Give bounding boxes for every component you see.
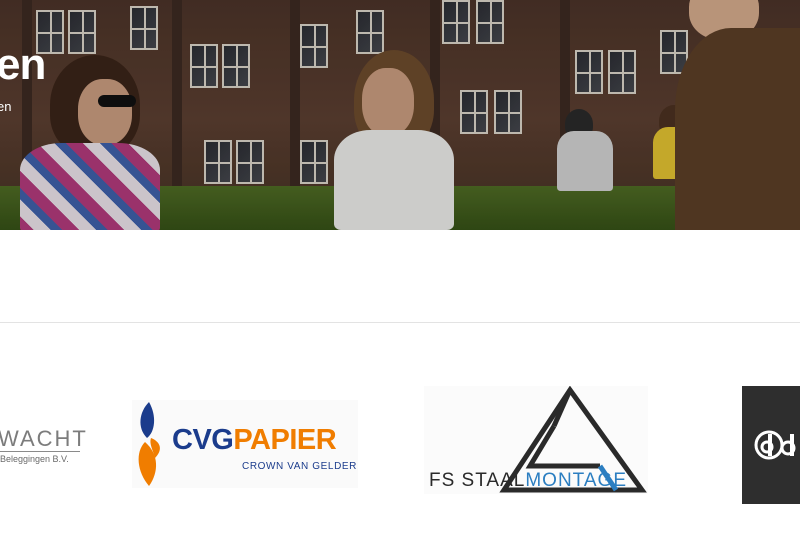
logo-cvg-tagline: CROWN VAN GELDER	[242, 461, 357, 472]
logo-fs-name: FS STAALMONTAGE	[429, 470, 627, 491]
logo-wacht-tagline: Beleggingen B.V.	[0, 454, 69, 464]
letter-d-logo-icon	[754, 430, 796, 460]
logo-dark-partner[interactable]	[742, 386, 800, 504]
section-divider	[0, 322, 800, 323]
partner-logos: WACHT Beleggingen B.V. CVGPAPIER CROWN V…	[0, 380, 800, 510]
cvg-flame-icon	[138, 402, 160, 486]
logo-cvg-papier[interactable]: CVGPAPIER CROWN VAN GELDER	[132, 400, 358, 488]
logo-cvg-name: CVGPAPIER	[172, 424, 337, 456]
hero-subtitle: en	[0, 99, 12, 114]
hero-title: en	[0, 40, 46, 89]
logo-wacht[interactable]: WACHT Beleggingen B.V.	[0, 420, 90, 470]
logo-fs-staalmontage[interactable]: FS STAALMONTAGE	[424, 386, 648, 494]
hero-banner: en en	[0, 0, 800, 230]
logo-wacht-name: WACHT	[0, 426, 88, 451]
